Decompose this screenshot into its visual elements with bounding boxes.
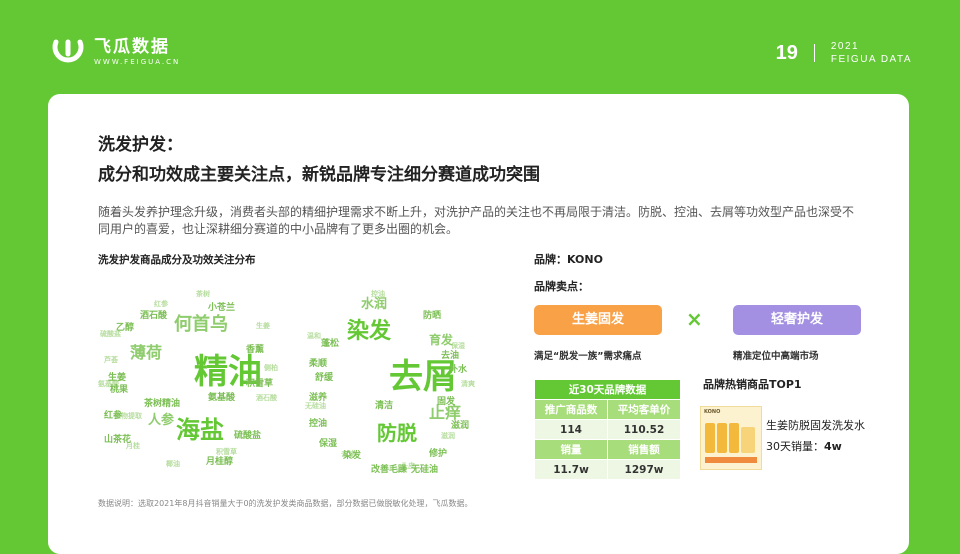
word-main-4: 薄荷 (130, 343, 162, 362)
effect-word: 舒缓 (315, 371, 334, 383)
effect-word-2: 染发 (347, 318, 392, 344)
effect-word-6: 育发 (429, 332, 454, 347)
ingredient-word: 生姜 (108, 371, 126, 383)
product-image-brand: KONO (704, 409, 721, 415)
table-cell: 114 (535, 420, 607, 439)
effect-word: 固发 (437, 395, 456, 407)
wordcloud-graphic: 硫酸盐氨基酸植物提取 红参生姜酒石酸 月桂积雪草椰油 芦荟侧柏茶树 精油 海盐 … (98, 289, 475, 475)
svg-text:清爽: 清爽 (461, 379, 475, 388)
word-main-2: 海盐 (176, 416, 224, 444)
ingredient-cloud: 硫酸盐氨基酸植物提取 红参生姜酒石酸 月桂积雪草椰油 芦荟侧柏茶树 精油 海盐 … (98, 289, 278, 468)
effect-word: 无硅油 (410, 463, 438, 475)
top-product-sales: 30天销量：4w (766, 438, 842, 454)
sales-label: 30天销量： (766, 440, 824, 453)
ingredient-word: 积雪草 (246, 377, 273, 389)
content-card: 洗发护发： 成分和功效成主要关注点，新锐品牌专注细分赛道成功突围 随着头发养护理… (48, 94, 909, 554)
wordcloud-title: 洗发护发商品成分及功效关注分布 (98, 254, 256, 266)
ingredient-word: 酒石酸 (140, 309, 168, 321)
effect-word: 修护 (428, 447, 447, 459)
need-description-1: 满足“脱发一族”需求痛点 (534, 351, 642, 362)
page-subtitle: 成分和功效成主要关注点，新锐品牌专注细分赛道成功突围 (98, 165, 540, 185)
effect-word: 改善毛躁 (371, 463, 407, 475)
effect-word: 保湿 (318, 437, 337, 449)
svg-text:滋润: 滋润 (441, 431, 455, 440)
table-header: 销售额 (608, 440, 680, 459)
effect-word: 滋润 (451, 419, 469, 431)
sales-value: 4w (824, 440, 842, 453)
table-cell: 11.7w (535, 460, 607, 479)
table-cell: 110.52 (608, 420, 680, 439)
ingredient-word: 山茶花 (104, 433, 131, 445)
word-main-3: 何首乌 (174, 313, 228, 335)
ingredient-word: 乙醇 (116, 321, 134, 333)
ingredient-word: 桃果 (110, 383, 129, 395)
report-year: 2021 (830, 41, 860, 52)
cross-icon: × (686, 307, 703, 331)
svg-text:椰油: 椰油 (166, 459, 180, 468)
selling-point-ginger: 生姜固发 (534, 305, 662, 335)
table-title: 近30天品牌数据 (535, 380, 680, 399)
top-product-title: 品牌热销商品TOP1 (703, 378, 802, 391)
product-bottles-icon (705, 423, 757, 463)
svg-text:红参: 红参 (154, 299, 169, 308)
svg-text:生姜: 生姜 (256, 321, 270, 330)
effect-cloud: 温和无硅油保湿 清爽去油滋润 控油头皮 去屑 染发 防脱 止痒 水润 育发 舒缓… (304, 289, 475, 475)
feigua-logo-icon (52, 39, 84, 63)
svg-text:酒石酸: 酒石酸 (256, 393, 278, 402)
logo-name: 飞瓜数据 (94, 37, 170, 57)
selling-points-label: 品牌卖点： (534, 280, 589, 293)
effect-word: 染发 (342, 449, 362, 461)
effect-word-3: 防脱 (377, 421, 417, 445)
svg-text:芦荟: 芦荟 (104, 355, 119, 364)
footnote: 数据说明：选取2021年8月抖音销量大于0的洗发护发类商品数据，部分数据已做脱敏… (98, 499, 473, 508)
effect-word: 去油 (441, 349, 459, 361)
effect-word: 补水 (448, 363, 468, 375)
table-header: 销量 (535, 440, 607, 459)
header-divider (813, 44, 815, 62)
ingredient-word: 氨基酸 (208, 391, 236, 403)
ingredient-word: 红参 (104, 409, 123, 421)
effect-word: 滋养 (309, 391, 327, 403)
effect-word-5: 水润 (361, 296, 387, 312)
effect-word-1: 去屑 (389, 357, 457, 397)
need-description-2: 精准定位中高端市场 (733, 351, 819, 362)
company-name: FEIGUA DATA (830, 54, 912, 65)
intro-paragraph: 随着头发养护理念升级，消费者头部的精细护理需求不断上升，对洗护产品的关注也不再局… (98, 205, 855, 236)
logo-url: WWW.FEIGUA.CN (94, 58, 181, 66)
page-title: 洗发护发： (98, 135, 183, 155)
effect-word: 柔顺 (308, 358, 327, 369)
svg-text:茶树: 茶树 (195, 289, 210, 298)
ingredient-word: 硫酸盐 (234, 429, 261, 441)
svg-text:侧柏: 侧柏 (264, 363, 278, 372)
table-header: 推广商品数 (535, 400, 607, 419)
feigua-logo: 飞瓜数据 WWW.FEIGUA.CN (50, 34, 180, 70)
svg-text:积雪草: 积雪草 (216, 447, 237, 456)
table-cell: 1297w (608, 460, 680, 479)
word-main-5: 人参 (148, 412, 175, 428)
brand-label: 品牌：KONO (534, 253, 603, 266)
product-image: KONO (700, 406, 762, 470)
top-product-name: 生姜防脱固发洗发水 (766, 419, 865, 432)
effect-word: 控油 (309, 417, 327, 429)
ingredient-word: 香薰 (245, 343, 264, 355)
brand-data-table: 近30天品牌数据 推广商品数 平均客单价 114 110.52 销量 销售额 1… (534, 379, 681, 480)
ingredient-word: 月桂醇 (205, 455, 233, 467)
page-number: 19 (775, 41, 798, 64)
ingredient-word: 小苍兰 (207, 301, 235, 313)
selling-point-luxury: 轻奢护发 (733, 305, 861, 335)
effect-word: 防晒 (423, 309, 441, 321)
effect-word: 蓬松 (321, 337, 339, 349)
page-info: 19 2021 FEIGUA DATA (776, 40, 912, 66)
table-header: 平均客单价 (608, 400, 680, 419)
ingredient-word: 茶树精油 (143, 397, 180, 409)
svg-text:温和: 温和 (307, 331, 321, 340)
effect-word: 清洁 (375, 399, 393, 411)
